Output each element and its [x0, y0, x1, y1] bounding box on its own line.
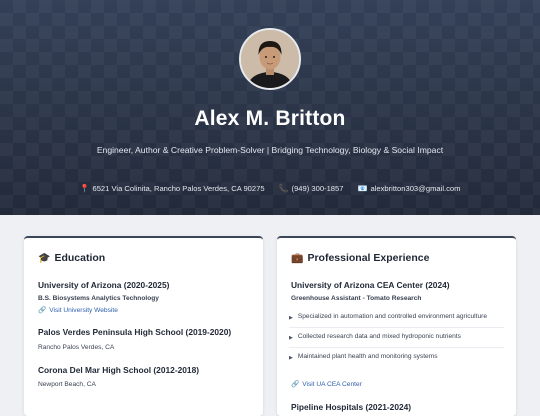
- experience-heading-text: Professional Experience: [307, 252, 430, 264]
- email-text[interactable]: alexbritton303@gmail.com: [370, 184, 460, 193]
- triangle-right-icon: ▶: [289, 315, 293, 321]
- ua-cea-center-link[interactable]: 🔗 Visit UA CEA Center: [291, 380, 362, 389]
- university-website-link[interactable]: 🔗 Visit University Website: [38, 306, 118, 315]
- bullet-text: Maintained plant health and monitoring s…: [297, 353, 438, 360]
- education-entry-school: Palos Verdes Peninsula High School (2019…: [38, 327, 232, 337]
- education-entry-degree: B.S. Biosystems Analytics Technology: [38, 295, 159, 302]
- list-item: ▶ Specialized in automation and controll…: [289, 308, 504, 328]
- experience-bullet-list: ▶ Specialized in automation and controll…: [289, 308, 504, 367]
- map-pin-icon: 📍: [79, 184, 90, 193]
- profile-header: Alex M. Britton Engineer, Author & Creat…: [0, 0, 540, 215]
- briefcase-icon: 💼: [291, 252, 304, 264]
- graduation-cap-icon: 🎓: [38, 252, 51, 264]
- education-heading: 🎓 Education: [38, 252, 105, 264]
- experience-entry-org: University of Arizona CEA Center (2024): [291, 280, 450, 290]
- avatar: [239, 28, 301, 90]
- education-card: 🎓 Education University of Arizona (2020-…: [24, 236, 263, 416]
- profile-name: Alex M. Britton: [194, 107, 346, 130]
- contact-email[interactable]: 📧 alexbritton303@gmail.com: [357, 184, 460, 193]
- envelope-icon: 📧: [357, 184, 368, 193]
- list-item: ▶ Maintained plant health and monitoring…: [289, 348, 504, 367]
- ua-cea-center-link-text[interactable]: Visit UA CEA Center: [302, 381, 362, 388]
- experience-card: 💼 Professional Experience University of …: [277, 236, 516, 416]
- link-icon: 🔗: [291, 381, 300, 388]
- education-entry-school: Corona Del Mar High School (2012-2018): [38, 365, 200, 375]
- phone-icon: 📞: [278, 184, 289, 193]
- bullet-text: Specialized in automation and controlled…: [297, 313, 487, 320]
- link-icon: 🔗: [38, 307, 47, 314]
- education-entry-location: Rancho Palos Verdes, CA: [38, 344, 115, 351]
- experience-entry-org: Pipeline Hospitals (2021-2024): [291, 402, 412, 412]
- university-website-link-text[interactable]: Visit University Website: [49, 307, 118, 314]
- education-heading-text: Education: [54, 252, 106, 264]
- contact-bar: 📍 6521 Via Colinita, Rancho Palos Verdes…: [0, 184, 540, 193]
- experience-heading: 💼 Professional Experience: [291, 252, 429, 264]
- triangle-right-icon: ▶: [289, 335, 293, 341]
- experience-entry-role: Greenhouse Assistant - Tomato Research: [291, 295, 422, 302]
- contact-address: 📍 6521 Via Colinita, Rancho Palos Verdes…: [80, 184, 265, 193]
- education-entry-location: Newport Beach, CA: [38, 381, 96, 388]
- triangle-right-icon: ▶: [289, 355, 293, 361]
- address-text: 6521 Via Colinita, Rancho Palos Verdes, …: [92, 184, 265, 193]
- profile-tagline: Engineer, Author & Creative Problem-Solv…: [96, 145, 444, 155]
- contact-phone[interactable]: 📞 (949) 300-1857: [279, 184, 344, 193]
- bullet-text: Collected research data and mixed hydrop…: [297, 333, 461, 340]
- phone-text[interactable]: (949) 300-1857: [292, 184, 344, 193]
- list-item: ▶ Collected research data and mixed hydr…: [289, 328, 504, 348]
- education-entry-school: University of Arizona (2020-2025): [38, 280, 170, 290]
